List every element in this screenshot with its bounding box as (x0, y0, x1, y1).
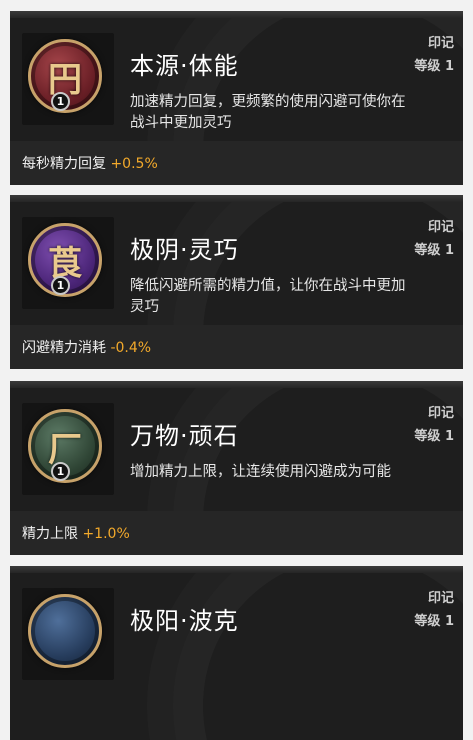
stat-value: +1.0% (82, 526, 130, 542)
mark-card-1[interactable]: 円 1 本源·体能 加速精力回复，更频繁的使用闪避可使你在战斗中更加灵巧 印记 … (10, 11, 463, 185)
type-label: 印记 (427, 406, 454, 421)
stat-label: 精力上限 (22, 526, 78, 542)
card-description: 降低闪避所需的精力值，让你在战斗中更加灵巧 (130, 278, 406, 315)
mark-card-4[interactable]: 极阳·波克 印记 等级 1 (10, 566, 463, 740)
card-main: 极阳·波克 印记 等级 1 (10, 573, 463, 696)
icon-frame (22, 588, 114, 680)
stat-line: 每秒精力回复 +0.5% (22, 153, 158, 173)
rank-badge: 1 (51, 276, 70, 295)
level-label: 等级 1 (414, 429, 454, 444)
stat-label: 闪避精力消耗 (22, 340, 106, 356)
stat-line: 闪避精力消耗 -0.4% (22, 337, 151, 357)
rank-badge: 1 (51, 462, 70, 481)
icon-frame: 厂 1 (22, 403, 114, 495)
type-label: 印记 (427, 36, 454, 51)
stat-row: 每秒精力回复 +0.5% (10, 141, 463, 185)
mark-card-3[interactable]: 厂 1 万物·顽石 增加精力上限，让连续使用闪避成为可能 印记 等级 1 精力上… (10, 381, 463, 555)
stat-line: 精力上限 +1.0% (22, 523, 130, 543)
card-main: 厂 1 万物·顽石 增加精力上限，让连续使用闪避成为可能 印记 等级 1 (10, 388, 463, 511)
stat-row: 精力上限 +1.0% (10, 511, 463, 555)
level-label: 等级 1 (414, 243, 454, 258)
card-main: 円 1 本源·体能 加速精力回复，更频繁的使用闪避可使你在战斗中更加灵巧 印记 … (10, 18, 463, 141)
card-description: 加速精力回复，更频繁的使用闪避可使你在战斗中更加灵巧 (130, 94, 406, 131)
card-title: 万物·顽石 (130, 422, 239, 450)
card-description: 增加精力上限，让连续使用闪避成为可能 (130, 464, 391, 480)
rank-badge: 1 (51, 92, 70, 111)
level-label: 等级 1 (414, 59, 454, 74)
stat-value: +0.5% (110, 156, 158, 172)
level-label: 等级 1 (414, 614, 454, 629)
yang-medal-icon (28, 594, 102, 668)
card-title: 本源·体能 (130, 52, 239, 80)
card-title: 极阳·波克 (130, 607, 239, 635)
card-main: 莨 1 极阴·灵巧 降低闪避所需的精力值，让你在战斗中更加灵巧 印记 等级 1 (10, 202, 463, 325)
mark-card-2[interactable]: 莨 1 极阴·灵巧 降低闪避所需的精力值，让你在战斗中更加灵巧 印记 等级 1 … (10, 195, 463, 369)
card-title: 极阴·灵巧 (130, 236, 239, 264)
stat-row: 闪避精力消耗 -0.4% (10, 325, 463, 369)
stat-label: 每秒精力回复 (22, 156, 106, 172)
stat-value: -0.4% (110, 340, 152, 356)
type-label: 印记 (427, 591, 454, 606)
icon-frame: 莨 1 (22, 217, 114, 309)
icon-frame: 円 1 (22, 33, 114, 125)
type-label: 印记 (427, 220, 454, 235)
